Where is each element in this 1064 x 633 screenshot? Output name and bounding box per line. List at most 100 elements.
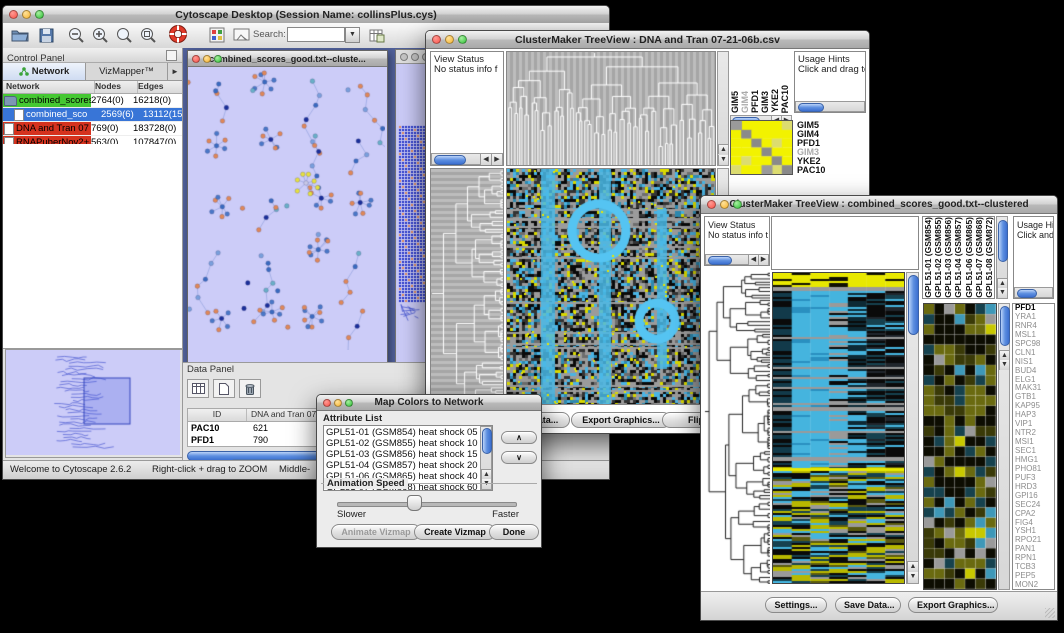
- column-label[interactable]: GPL51-04 (GSM857): [953, 217, 963, 298]
- resize-grip[interactable]: [1045, 608, 1055, 618]
- new-document-icon[interactable]: [213, 379, 235, 398]
- zoom-button[interactable]: [214, 55, 222, 63]
- network-canvas[interactable]: [188, 51, 385, 350]
- tab-vizmapper[interactable]: VizMapper™: [86, 63, 167, 80]
- column-label[interactable]: GIM4: [740, 91, 750, 113]
- import-table-icon[interactable]: [365, 25, 387, 45]
- main-titlebar[interactable]: Cytoscape Desktop (Session Name: collins…: [3, 6, 609, 24]
- annotation-icon[interactable]: [230, 25, 252, 45]
- tv2-heat-vscrollbar[interactable]: ▲ ▼: [906, 272, 919, 584]
- close-button[interactable]: [707, 200, 716, 209]
- network-list: combined_scores 2764(0) 16218(0) combine…: [3, 94, 182, 150]
- search-dropdown-icon[interactable]: ▼: [345, 27, 360, 43]
- document-icon: [4, 123, 14, 135]
- dialog-titlebar[interactable]: Map Colors to Network: [317, 395, 541, 411]
- column-label[interactable]: GPL51-02 (GSM855): [933, 217, 943, 298]
- gene-label[interactable]: MON2: [1015, 581, 1054, 590]
- vizmap-icon[interactable]: [206, 25, 228, 45]
- done-button[interactable]: Done: [489, 524, 539, 540]
- save-icon[interactable]: [35, 25, 57, 45]
- export-graphics-button[interactable]: Export Graphics...: [908, 597, 998, 613]
- tv1-export-graphics-button[interactable]: Export Graphics...: [571, 412, 671, 428]
- close-button[interactable]: [323, 399, 331, 407]
- close-button[interactable]: [432, 35, 441, 44]
- animation-slider-thumb[interactable]: [407, 495, 422, 511]
- column-label[interactable]: PAC10: [780, 85, 790, 113]
- attribute-list-vscrollbar[interactable]: ▲ ▼: [480, 426, 492, 490]
- tv2-column-labels: GPL51-01 (GSM854)GPL51-02 (GSM855)GPL51-…: [922, 216, 995, 299]
- column-label[interactable]: YKE2: [770, 89, 780, 113]
- minimize-button[interactable]: [720, 200, 729, 209]
- help-ring-icon[interactable]: [167, 24, 189, 44]
- treeview1-titlebar[interactable]: ClusterMaker TreeView : DNA and Tran 07-…: [426, 31, 869, 49]
- tv2-row-dendrogram[interactable]: [704, 272, 770, 584]
- row-label[interactable]: PAC10: [797, 166, 863, 175]
- column-label[interactable]: GPL51-08 (GSM872): [984, 217, 994, 298]
- tv1-status-hscrollbar[interactable]: ◀ ▶: [431, 153, 503, 165]
- tv1-column-dendrogram[interactable]: [506, 51, 716, 166]
- tv1-top-vscroll[interactable]: ▲ ▼: [717, 51, 729, 166]
- table-icon[interactable]: [187, 379, 209, 398]
- minimize-button[interactable]: [334, 399, 342, 407]
- attribute-item[interactable]: GPL51-04 (GSM857) heat shock 20 min: [326, 460, 490, 471]
- zoom-button[interactable]: [458, 35, 467, 44]
- zoom-fit-icon[interactable]: [113, 25, 135, 45]
- zoom-button[interactable]: [733, 200, 742, 209]
- birdseye-view[interactable]: [5, 349, 183, 458]
- column-label[interactable]: GIM5: [730, 91, 740, 113]
- column-label[interactable]: GIM3: [760, 91, 770, 113]
- tv1-row-dendrogram[interactable]: [430, 168, 504, 405]
- tv2-column-dendrogram[interactable]: [771, 216, 919, 270]
- column-label[interactable]: GPL51-06 (GSM865): [964, 217, 974, 298]
- close-button[interactable]: [9, 10, 18, 19]
- close-button[interactable]: [192, 55, 200, 63]
- document-icon: [4, 96, 17, 106]
- scroll-left-icon[interactable]: ◀: [480, 154, 491, 165]
- attribute-item[interactable]: GPL51-01 (GSM854) heat shock 05 min: [326, 427, 490, 438]
- column-label[interactable]: GPL51-01 (GSM854): [923, 217, 933, 298]
- settings-button[interactable]: Settings...: [765, 597, 827, 613]
- tv1-zoom-heatmap[interactable]: [730, 120, 793, 175]
- minimize-button[interactable]: [22, 10, 31, 19]
- tv1-hints-hscrollbar[interactable]: [795, 101, 865, 112]
- move-down-button[interactable]: ∨: [501, 451, 537, 464]
- network-row[interactable]: combined_scores 2764(0) 16218(0): [3, 94, 182, 108]
- minimize-button[interactable]: [445, 35, 454, 44]
- float-panel-icon[interactable]: [166, 50, 177, 61]
- trash-icon[interactable]: [239, 379, 261, 398]
- tv2-labels-vscrollbar[interactable]: ▲ ▼: [996, 216, 1008, 299]
- zoom-selected-icon[interactable]: [137, 25, 159, 45]
- open-icon[interactable]: [9, 25, 31, 45]
- animate-vizmap-button[interactable]: Animate Vizmap: [331, 524, 421, 540]
- zoom-button[interactable]: [345, 399, 353, 407]
- network-view-window[interactable]: combined_scores_good.txt--cluste...: [187, 50, 388, 367]
- tab-overflow-arrow[interactable]: ►: [167, 63, 182, 80]
- network-row[interactable]: DNA and Tran 07 769(0) 183728(0): [3, 122, 182, 136]
- tv1-main-heatmap[interactable]: [506, 168, 716, 405]
- save-data-button[interactable]: Save Data...: [835, 597, 901, 613]
- minimize-button[interactable]: [203, 55, 211, 63]
- tab-network[interactable]: Network: [3, 63, 86, 80]
- tv2-gene-vscrollbar[interactable]: ▲ ▼: [998, 303, 1010, 590]
- tv2-hints-hscrollbar[interactable]: [1014, 287, 1053, 298]
- treeview2-titlebar[interactable]: ClusterMaker TreeView : combined_scores_…: [701, 196, 1057, 214]
- tv2-status-hscrollbar[interactable]: ◀ ▶: [705, 254, 769, 265]
- network-row[interactable]: combined_sco 2569(6) 13112(15): [3, 108, 182, 122]
- animation-slider-track[interactable]: [337, 502, 517, 507]
- search-input[interactable]: [287, 27, 345, 42]
- attribute-item[interactable]: GPL51-02 (GSM855) heat shock 10 min: [326, 438, 490, 449]
- column-label[interactable]: GPL51-07 (GSM868): [974, 217, 984, 298]
- column-label[interactable]: PFD1: [750, 90, 760, 113]
- move-up-button[interactable]: ∧: [501, 431, 537, 444]
- minimize-button[interactable]: [411, 53, 419, 61]
- attribute-item[interactable]: GPL51-03 (GSM856) heat shock 15 min: [326, 449, 490, 460]
- close-button[interactable]: [400, 53, 408, 61]
- tv2-zoom-heatmap[interactable]: [923, 303, 997, 590]
- scroll-right-icon[interactable]: ▶: [491, 154, 502, 165]
- zoom-out-icon[interactable]: [65, 25, 87, 45]
- create-vizmap-button[interactable]: Create Vizmap: [414, 524, 496, 540]
- zoom-in-icon[interactable]: [89, 25, 111, 45]
- tv2-global-heatmap[interactable]: [772, 272, 905, 584]
- column-label[interactable]: GPL51-03 (GSM856): [943, 217, 953, 298]
- zoom-button[interactable]: [35, 10, 44, 19]
